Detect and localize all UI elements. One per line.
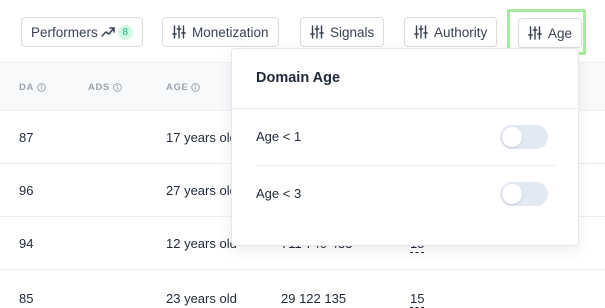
filter-performers-label: Performers (31, 24, 98, 40)
sliders-icon (414, 25, 428, 39)
filter-age-label: Age (548, 25, 573, 41)
cell-extra[interactable]: 15 (410, 291, 425, 308)
option-age-lt-1-label: Age < 1 (256, 129, 302, 144)
info-icon (37, 83, 46, 92)
cell-age: 23 years old (166, 291, 237, 306)
column-header-label: DA (19, 82, 34, 93)
column-header-label: ADS (88, 82, 110, 93)
divider (256, 165, 556, 166)
filter-signals-button[interactable]: Signals (300, 17, 385, 47)
cell-age: 12 years old (166, 236, 237, 251)
performers-count-badge: 8 (117, 24, 133, 40)
divider (232, 108, 578, 109)
cell-age: 17 years old (166, 130, 237, 145)
option-age-lt-3-label: Age < 3 (256, 186, 302, 201)
sliders-icon (528, 26, 542, 40)
age-lt-3-toggle[interactable] (500, 182, 548, 206)
sliders-icon (172, 25, 186, 39)
column-header-da[interactable]: DA (19, 82, 46, 93)
filter-authority-button[interactable]: Authority (404, 17, 498, 47)
column-header-label: AGE (166, 82, 189, 93)
filter-performers-button[interactable]: Performers 8 (21, 17, 143, 47)
cell-da: 94 (19, 236, 34, 251)
age-lt-1-toggle[interactable] (500, 125, 548, 149)
toggle-knob (502, 184, 522, 204)
column-header-age[interactable]: AGE (166, 82, 201, 93)
dropdown-title: Domain Age (256, 70, 341, 86)
sliders-icon (310, 25, 324, 39)
domain-age-dropdown: Domain Age Age < 1 Age < 3 (231, 48, 579, 246)
filter-monetization-label: Monetization (192, 24, 269, 40)
cell-da: 87 (19, 130, 34, 145)
toggle-knob (502, 127, 522, 147)
table-row[interactable]: 85 23 years old 29 122 135 15 (0, 269, 605, 308)
info-icon (113, 83, 122, 92)
info-icon (191, 83, 201, 92)
cell-da: 85 (19, 291, 34, 306)
cell-age: 27 years old (166, 183, 237, 198)
column-header-ads[interactable]: ADS (88, 82, 122, 93)
cell-da: 96 (19, 183, 34, 198)
filter-monetization-button[interactable]: Monetization (162, 17, 279, 47)
cell-traffic: 29 122 135 (281, 291, 347, 306)
filter-signals-label: Signals (330, 24, 375, 40)
filter-age-button[interactable]: Age (518, 18, 583, 48)
filter-authority-label: Authority (434, 24, 488, 40)
trending-up-icon (101, 26, 115, 38)
